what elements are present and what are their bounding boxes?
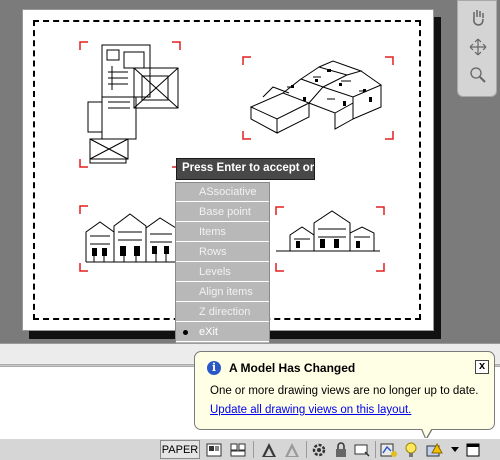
menu-item-levels[interactable]: Levels	[176, 263, 269, 282]
update-drawing-views-link[interactable]: Update all drawing views on this layout.	[210, 404, 411, 416]
front-view-drawing	[79, 205, 184, 272]
viewport-iso-view[interactable]	[242, 56, 394, 140]
drawing-update-button[interactable]	[378, 440, 400, 459]
top-view-drawing	[79, 41, 181, 168]
iso-view-drawing	[242, 56, 394, 140]
menu-item-associative[interactable]: ASsociative	[176, 183, 269, 202]
quick-view-layouts-icon	[206, 443, 222, 456]
dynamic-input-prompt: Press Enter to accept or	[176, 158, 315, 180]
status-bar: PAPER	[0, 438, 500, 460]
paper-space-toggle[interactable]: PAPER	[160, 440, 200, 459]
clean-screen-button[interactable]	[463, 440, 483, 459]
close-button[interactable]: x	[475, 360, 489, 374]
menu-item-rows[interactable]: Rows	[176, 243, 269, 262]
notification-message: One or more drawing views are no longer …	[210, 385, 479, 397]
status-separator	[306, 441, 307, 458]
balloon-tail-fill	[421, 426, 433, 438]
menu-item-base-point[interactable]: Base point	[176, 203, 269, 222]
workspace-gear-icon	[312, 443, 326, 456]
orbit-button[interactable]	[464, 35, 492, 59]
viewport-top-view[interactable]	[79, 41, 181, 168]
status-separator	[253, 441, 254, 458]
menu-item-items[interactable]: Items	[176, 223, 269, 242]
viewport-side-view[interactable]	[275, 206, 385, 272]
viewport-corner-marks	[79, 41, 181, 168]
viewport-front-view[interactable]	[79, 205, 184, 272]
bulb-icon	[405, 442, 417, 457]
menu-item-align-items[interactable]: Align items	[176, 283, 269, 302]
alert-icon	[426, 442, 443, 456]
hardware-accel-icon	[354, 444, 370, 457]
zoom-extents-icon	[470, 67, 486, 83]
toolbar-lock-button[interactable]	[331, 440, 351, 459]
status-bar-menu-button[interactable]	[448, 440, 462, 459]
viewport-corner-marks	[275, 206, 385, 272]
zoom-extents-button[interactable]	[464, 63, 492, 87]
viewport-corner-marks	[79, 205, 184, 272]
menu-item-z-direction[interactable]: Z direction	[176, 303, 269, 322]
lock-icon	[336, 441, 346, 457]
quick-view-drawings-icon	[230, 443, 246, 456]
workspace-switching-button[interactable]	[309, 440, 329, 459]
menu-item-exit[interactable]: eXit	[176, 323, 269, 342]
notification-title: A Model Has Changed	[229, 361, 356, 375]
pan-hand-icon	[473, 10, 484, 26]
side-view-drawing	[275, 206, 385, 272]
isolate-objects-button[interactable]	[402, 440, 420, 459]
annotation-visibility-button[interactable]	[281, 440, 303, 459]
orbit-icon	[469, 38, 487, 56]
annotation-scale-button[interactable]	[258, 440, 280, 459]
current-option-bullet-icon	[183, 330, 188, 335]
status-separator	[375, 441, 376, 458]
annotation-visibility-icon	[285, 442, 299, 457]
menu-arrow-icon	[451, 446, 459, 452]
hardware-acceleration-button[interactable]	[352, 440, 372, 459]
annotation-scale-icon	[262, 442, 276, 457]
menu-item-exit-label: eXit	[199, 326, 218, 338]
clean-screen-icon	[466, 443, 480, 456]
quick-view-drawings-button[interactable]	[227, 440, 249, 459]
model-changed-notification: i A Model Has Changed x One or more draw…	[194, 351, 495, 430]
drawing-update-icon	[380, 443, 397, 457]
info-icon: i	[207, 361, 221, 375]
quick-view-layouts-button[interactable]	[203, 440, 225, 459]
navigation-bar	[457, 0, 497, 97]
communication-center-button[interactable]	[423, 440, 445, 459]
pan-button[interactable]	[464, 5, 492, 29]
command-options-menu: ASsociative Base point Items Rows Levels…	[175, 182, 270, 344]
